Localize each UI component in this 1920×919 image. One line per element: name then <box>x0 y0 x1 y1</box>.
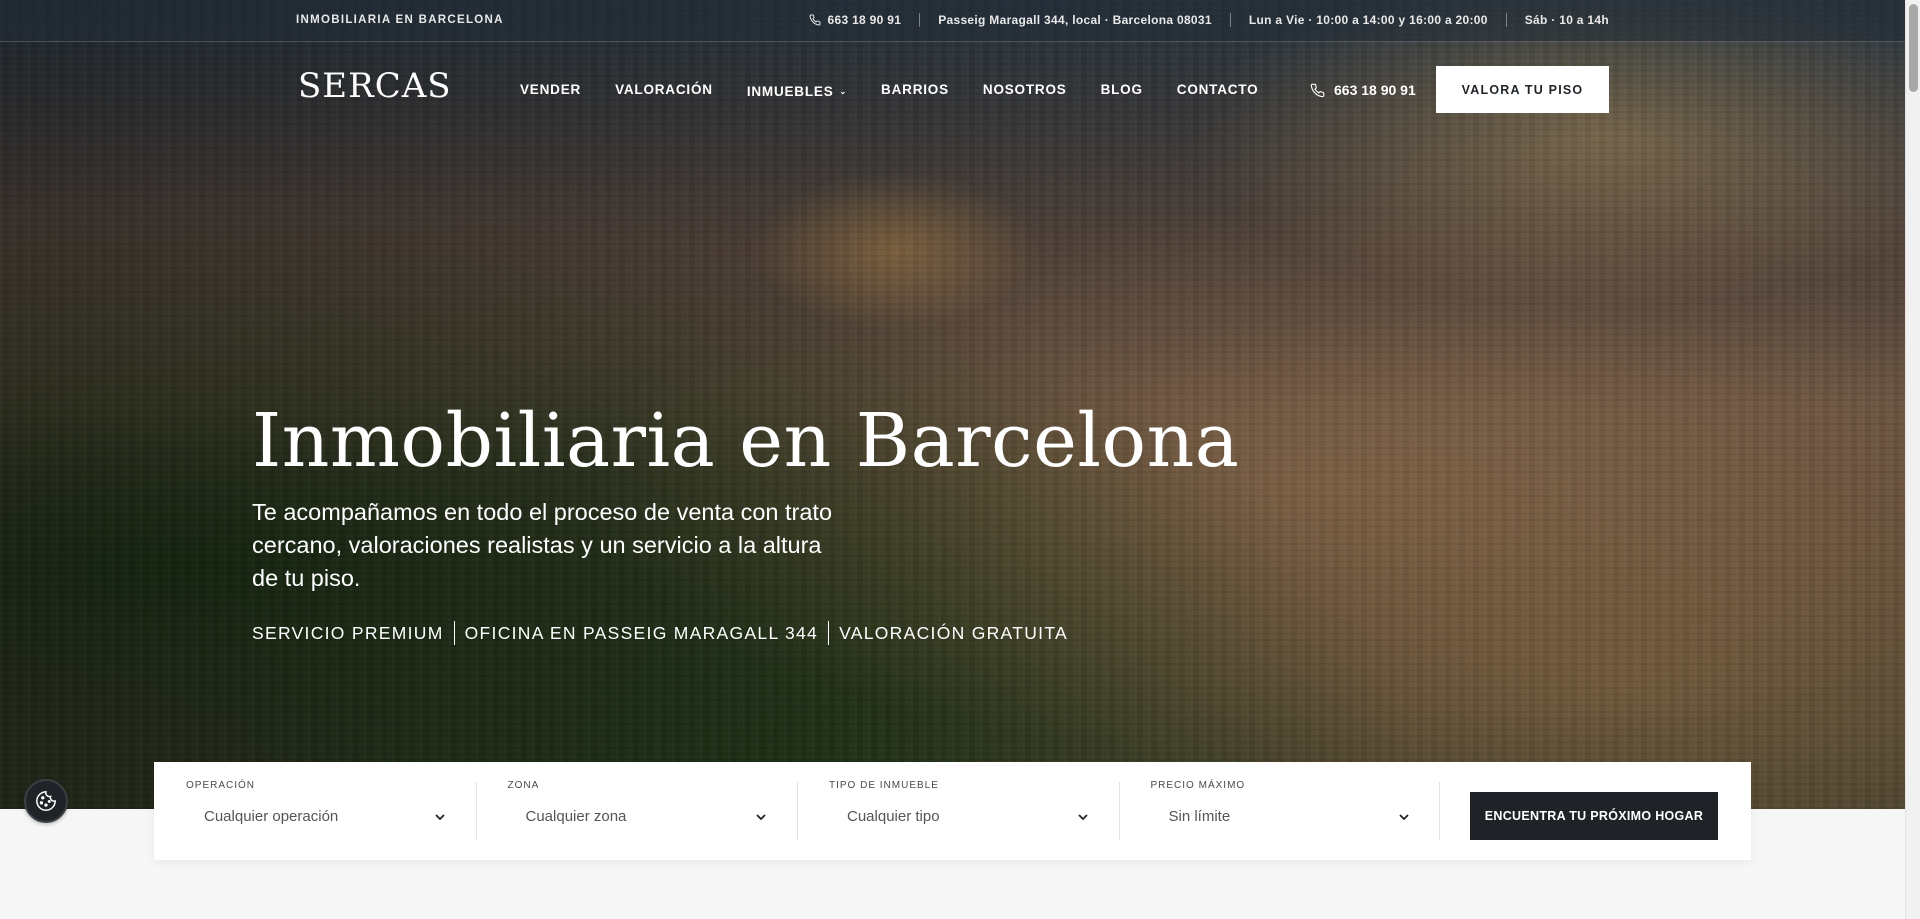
phone-icon <box>1310 83 1325 97</box>
logo[interactable]: SERCAS <box>298 66 452 106</box>
nav-item-vender[interactable]: VENDER <box>520 82 581 97</box>
max-price-select[interactable]: Sin límite <box>1151 808 1409 825</box>
top-bar-hours-week-text: Lun a Vie · 10:00 a 14:00 y 16:00 a 20:0… <box>1248 13 1488 27</box>
top-bar-hours-sat: Sáb · 10 a 14h <box>1505 13 1609 27</box>
phone-icon <box>809 14 821 26</box>
nav-item-barrios[interactable]: BARRIOS <box>881 82 949 97</box>
nav-item-blog[interactable]: BLOG <box>1101 82 1143 97</box>
zone-select[interactable]: Cualquier zona <box>508 808 766 825</box>
operation-field: OPERACIÓN Cualquier operación <box>154 762 476 860</box>
max-price-label: PRECIO MÁXIMO <box>1150 780 1246 791</box>
nav-item-inmuebles-label: INMUEBLES <box>746 84 834 99</box>
hero-title: Inmobiliaria en Barcelona <box>252 398 1240 484</box>
chevron-down-icon <box>434 813 445 820</box>
operation-label: OPERACIÓN <box>186 780 256 791</box>
nav-item-inmuebles[interactable]: INMUEBLES ⌄ <box>747 84 847 99</box>
cookie-icon <box>36 791 56 811</box>
property-search-bar: OPERACIÓN Cualquier operación ZONA Cualq… <box>154 762 1751 860</box>
nav-item-nosotros[interactable]: NOSOTROS <box>983 82 1067 97</box>
page-scrollbar[interactable] <box>1905 0 1920 919</box>
top-bar-address: Passeig Maragall 344, local · Barcelona … <box>919 13 1230 27</box>
nav-item-valoracion[interactable]: VALORACIÓN <box>615 82 713 97</box>
top-bar-hours-week: Lun a Vie · 10:00 a 14:00 y 16:00 a 20:0… <box>1229 13 1506 27</box>
top-bar-hours-sat-text: Sáb · 10 a 14h <box>1524 13 1609 27</box>
chevron-down-icon <box>756 813 766 820</box>
valora-tu-piso-button[interactable]: VALORA TU PISO <box>1436 66 1609 113</box>
main-header: SERCAS VENDER VALORACIÓN INMUEBLES ⌄ BAR… <box>0 42 1905 138</box>
main-nav: VENDER VALORACIÓN INMUEBLES ⌄ BARRIOS NO… <box>520 82 1292 99</box>
nav-item-contacto[interactable]: CONTACTO <box>1177 82 1259 97</box>
top-bar-tagline: INMOBILIARIA EN BARCELONA <box>296 14 504 26</box>
zone-select-value: Cualquier zona <box>525 808 627 825</box>
property-type-select[interactable]: Cualquier tipo <box>829 808 1088 825</box>
property-type-label: TIPO DE INMUEBLE <box>829 780 939 791</box>
chevron-down-icon: ⌄ <box>839 87 848 96</box>
scrollbar-thumb[interactable] <box>1909 4 1918 92</box>
hero-tag: VALORACIÓN GRATUITA <box>828 621 1078 645</box>
max-price-select-value: Sin límite <box>1168 808 1231 825</box>
hero-subtitle: Te acompañamos en todo el proceso de ven… <box>252 499 833 591</box>
top-bar: INMOBILIARIA EN BARCELONA 663 18 90 91 P… <box>0 0 1905 42</box>
top-bar-phone-text: 663 18 90 91 <box>827 13 902 27</box>
operation-select-value: Cualquier operación <box>204 808 339 825</box>
hero-tags: SERVICIO PREMIUM OFICINA EN PASSEIG MARA… <box>252 621 1239 645</box>
chevron-down-icon <box>1077 813 1088 820</box>
header-phone-link[interactable]: 663 18 90 91 <box>1310 82 1416 98</box>
cookie-settings-button[interactable] <box>24 779 68 823</box>
zone-field: ZONA Cualquier zona <box>475 762 798 860</box>
zone-label: ZONA <box>507 780 540 791</box>
top-bar-info: 663 18 90 91 Passeig Maragall 344, local… <box>809 13 1609 27</box>
top-bar-address-text: Passeig Maragall 344, local · Barcelona … <box>938 13 1212 27</box>
max-price-field: PRECIO MÁXIMO Sin límite <box>1118 762 1441 860</box>
top-bar-phone[interactable]: 663 18 90 91 <box>809 13 920 27</box>
hero-tag: SERVICIO PREMIUM <box>252 623 444 643</box>
search-submit-button[interactable]: ENCUENTRA TU PRÓXIMO HOGAR <box>1470 792 1718 840</box>
hero-content: Inmobiliaria en Barcelona Te acompañamos… <box>252 396 1239 645</box>
property-type-select-value: Cualquier tipo <box>847 808 940 825</box>
property-type-field: TIPO DE INMUEBLE Cualquier tipo <box>797 762 1119 860</box>
chevron-down-icon <box>1399 813 1409 820</box>
header-phone-text: 663 18 90 91 <box>1334 82 1416 98</box>
operation-select[interactable]: Cualquier operación <box>186 808 445 825</box>
hero-tag: OFICINA EN PASSEIG MARAGALL 344 <box>453 621 828 645</box>
